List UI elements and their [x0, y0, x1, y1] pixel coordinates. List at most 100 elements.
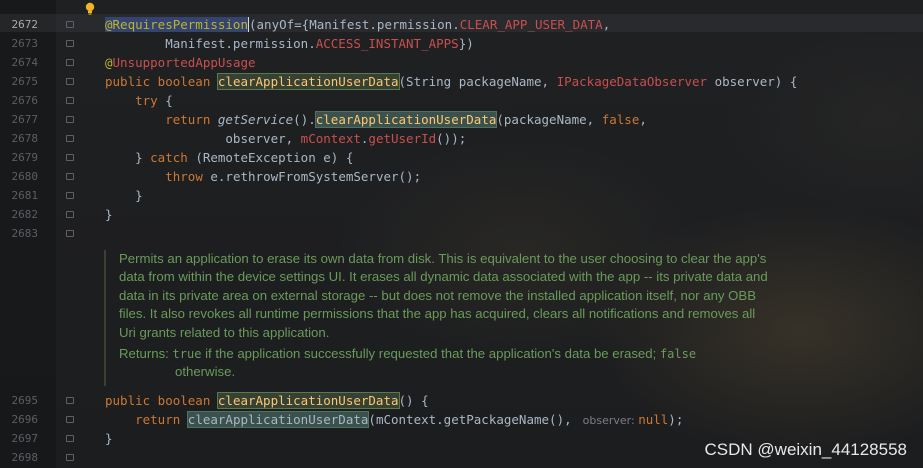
- code-token: getService: [217, 112, 294, 127]
- code-line[interactable]: 2695 public boolean clearApplicationUserD…: [0, 391, 923, 410]
- code-text: try {: [105, 91, 173, 110]
- code-text: public boolean clearApplicationUserData(…: [105, 72, 797, 91]
- returns-text: if the application successfully requeste…: [201, 346, 660, 362]
- javadoc-rendered: Permits an application to erase its own …: [104, 250, 769, 386]
- fold-marker-icon[interactable]: [66, 97, 74, 104]
- returns-code-true: true: [172, 347, 202, 362]
- code-token: @: [105, 55, 113, 70]
- code-token: () {: [398, 393, 429, 408]
- fold-marker-icon[interactable]: [66, 40, 74, 47]
- code-text: return getService().clearApplicationUser…: [105, 110, 647, 129]
- code-line[interactable]: 2679 } catch (RemoteException e) {: [0, 148, 923, 167]
- code-token: (anyOf={Manifest.permission.: [248, 17, 460, 32]
- code-token: }): [458, 36, 474, 51]
- line-number: 2674: [11, 56, 39, 69]
- code-token: observer) {: [707, 74, 798, 89]
- fold-marker-icon[interactable]: [66, 454, 74, 461]
- code-text: }: [105, 429, 113, 448]
- line-number: 2683: [11, 227, 39, 240]
- code-token: (packageName,: [496, 112, 602, 127]
- line-number: 2672: [11, 18, 39, 31]
- code-line[interactable]: 2676 try {: [0, 91, 923, 110]
- fold-marker-icon[interactable]: [66, 397, 74, 404]
- code-token: ());: [436, 131, 467, 146]
- fold-marker-icon[interactable]: [66, 230, 74, 237]
- fold-marker-icon[interactable]: [66, 116, 74, 123]
- code-token: clearApplicationUserData: [314, 111, 498, 128]
- line-number: 2673: [11, 37, 39, 50]
- code-token: clearApplicationUserData: [216, 392, 400, 409]
- code-token: CLEAR_APP_USER_DATA: [459, 17, 603, 32]
- code-line[interactable]: [0, 0, 923, 15]
- fold-marker-icon[interactable]: [66, 135, 74, 142]
- fold-marker-icon[interactable]: [66, 416, 74, 423]
- fold-marker-icon[interactable]: [66, 78, 74, 85]
- code-line[interactable]: 2681 }: [0, 186, 923, 205]
- fold-marker-icon[interactable]: [66, 173, 74, 180]
- code-line[interactable]: 2678 observer, mContext.getUserId());: [0, 129, 923, 148]
- code-token: observer,: [105, 131, 301, 146]
- line-number: 2675: [11, 75, 39, 88]
- code-line[interactable]: 2682}: [0, 205, 923, 224]
- code-line[interactable]: 2674 @UnsupportedAppUsage: [0, 53, 923, 72]
- code-token: UnsupportedAppUsage: [112, 55, 256, 70]
- code-token: Manifest.permission.: [105, 36, 316, 51]
- code-token: }: [105, 431, 113, 446]
- line-number: 2697: [11, 432, 39, 445]
- code-token: ,: [602, 17, 611, 32]
- line-number: 2698: [11, 451, 39, 464]
- code-token: }: [105, 207, 113, 222]
- code-token: ,: [639, 112, 647, 127]
- code-token: }: [105, 188, 143, 203]
- fold-marker-icon[interactable]: [66, 211, 74, 218]
- code-token: clearApplicationUserData: [216, 73, 400, 90]
- returns-label: Returns:: [119, 346, 169, 362]
- fold-marker-icon[interactable]: [66, 21, 74, 28]
- code-line[interactable]: 2677 return getService().clearApplicatio…: [0, 110, 923, 129]
- code-text: }: [105, 205, 113, 224]
- returns-code-false: false: [659, 347, 697, 362]
- code-line[interactable]: 2683: [0, 224, 923, 243]
- code-token: }: [105, 150, 151, 165]
- code-token: e.rethrowFromSystemServer();: [202, 169, 422, 184]
- code-token: @RequiresPermission: [105, 17, 248, 32]
- fold-marker-icon[interactable]: [66, 154, 74, 161]
- code-line[interactable]: 2675 public boolean clearApplicationUserD…: [0, 72, 923, 91]
- line-number: 2680: [11, 170, 39, 183]
- fold-marker-icon[interactable]: [66, 59, 74, 66]
- code-line[interactable]: 2672 @RequiresPermission(anyOf={Manifest.…: [0, 15, 923, 34]
- fold-marker-icon[interactable]: [66, 192, 74, 199]
- code-text: observer, mContext.getUserId());: [105, 129, 466, 148]
- code-token: IPackageDataObserver: [556, 74, 708, 89]
- code-token: false: [601, 112, 640, 127]
- line-number: 2676: [11, 94, 39, 107]
- code-text: throw e.rethrowFromSystemServer();: [105, 167, 421, 186]
- code-text: }: [105, 186, 143, 205]
- code-text: Manifest.permission.ACCESS_INSTANT_APPS}…: [105, 34, 474, 53]
- code-token: (RemoteException e) {: [187, 150, 354, 165]
- watermark: CSDN @weixin_44128558: [704, 440, 907, 459]
- code-token: getUserId: [368, 131, 437, 146]
- code-token: (String packageName,: [398, 74, 557, 89]
- code-token: observer:: [579, 414, 639, 427]
- code-line[interactable]: 2673 Manifest.permission.ACCESS_INSTANT_…: [0, 34, 923, 53]
- code-token: throw: [165, 169, 203, 184]
- code-token: public boolean: [105, 393, 218, 408]
- code-token: clearApplicationUserData: [186, 411, 370, 428]
- fold-marker-icon[interactable]: [66, 435, 74, 442]
- code-text: public boolean clearApplicationUserData(…: [105, 391, 429, 410]
- javadoc-body: Permits an application to erase its own …: [119, 251, 768, 340]
- code-line[interactable]: 2680 throw e.rethrowFromSystemServer();: [0, 167, 923, 186]
- javadoc-returns: Returns: true if the application success…: [119, 345, 769, 363]
- code-token: public boolean: [105, 74, 218, 89]
- code-text: @UnsupportedAppUsage: [105, 53, 256, 72]
- code-text: @RequiresPermission(anyOf={Manifest.perm…: [105, 15, 610, 34]
- line-number: 2695: [11, 394, 39, 407]
- code-line[interactable]: 2696 return clearApplicationUserData(mCo…: [0, 410, 923, 429]
- code-token: null: [638, 412, 669, 427]
- code-token: try: [135, 93, 158, 108]
